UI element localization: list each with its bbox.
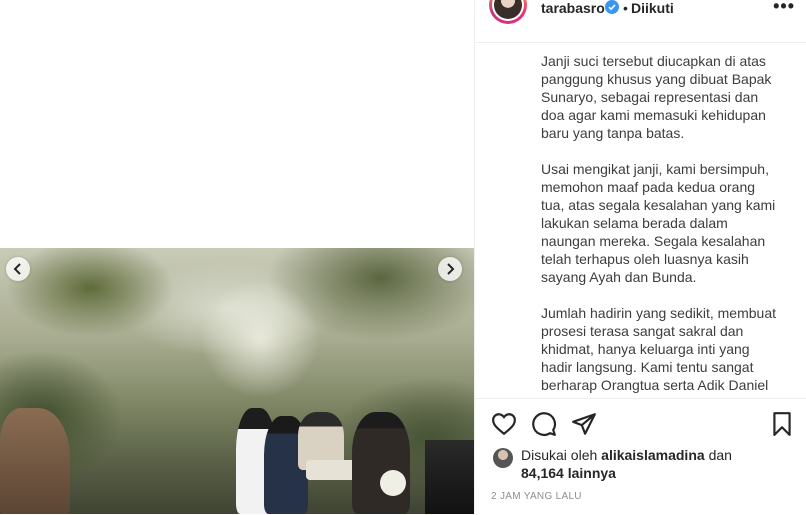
avatar-image bbox=[494, 0, 522, 19]
comment-icon[interactable] bbox=[531, 411, 557, 437]
post-actions: Disukai oleh alikaislamadina dan 84,164 … bbox=[475, 398, 806, 515]
more-options-button[interactable]: ••• bbox=[773, 0, 795, 17]
caption-paragraph: Jumlah hadirin yang sedikit, membuat pro… bbox=[541, 305, 777, 393]
caption-paragraph: Usai mengikat janji, kami bersimpuh, mem… bbox=[541, 161, 776, 285]
username-link[interactable]: tarabasro bbox=[541, 0, 605, 16]
profile-avatar[interactable] bbox=[489, 0, 527, 24]
post-header: tarabasro • Diikuti ••• bbox=[475, 0, 806, 43]
carousel-prev-button[interactable] bbox=[6, 257, 30, 281]
sky-glow bbox=[200, 278, 320, 398]
avatar-ring-inner bbox=[492, 0, 524, 21]
chevron-left-icon bbox=[13, 263, 21, 275]
likes-connector: dan bbox=[708, 447, 732, 463]
post-media bbox=[0, 0, 474, 514]
follow-status-button[interactable]: Diikuti bbox=[631, 0, 674, 16]
father-figure bbox=[352, 412, 410, 514]
paper-plane-icon[interactable] bbox=[571, 411, 597, 437]
flower-arrangement bbox=[380, 470, 406, 496]
verified-badge-icon bbox=[605, 0, 619, 14]
caption-paragraph: Janji suci tersebut diucapkan di atas pa… bbox=[541, 53, 772, 141]
bookmark-icon[interactable] bbox=[769, 411, 795, 437]
likes-text: Disukai oleh alikaislamadina dan 84,164 … bbox=[521, 446, 761, 482]
likes-count-link[interactable]: 84,164 lainnya bbox=[521, 465, 616, 481]
separator-dot: • bbox=[623, 0, 628, 16]
carousel-next-button[interactable] bbox=[438, 257, 462, 281]
liker-avatar bbox=[493, 448, 513, 468]
likes-prefix: Disukai oleh bbox=[521, 447, 598, 463]
caption: Janji suci tersebut diucapkan di atas pa… bbox=[541, 52, 781, 396]
heart-icon[interactable] bbox=[491, 411, 517, 437]
liker-username-link[interactable]: alikaislamadina bbox=[601, 447, 705, 463]
post-timestamp[interactable]: 2 JAM YANG LALU bbox=[491, 491, 582, 502]
post-sidebar: tarabasro • Diikuti ••• Janji suci terse… bbox=[474, 0, 806, 514]
chevron-right-icon bbox=[447, 263, 455, 275]
stone-sculpture bbox=[0, 408, 70, 514]
wedding-photo bbox=[0, 248, 474, 514]
speaker bbox=[425, 440, 474, 514]
